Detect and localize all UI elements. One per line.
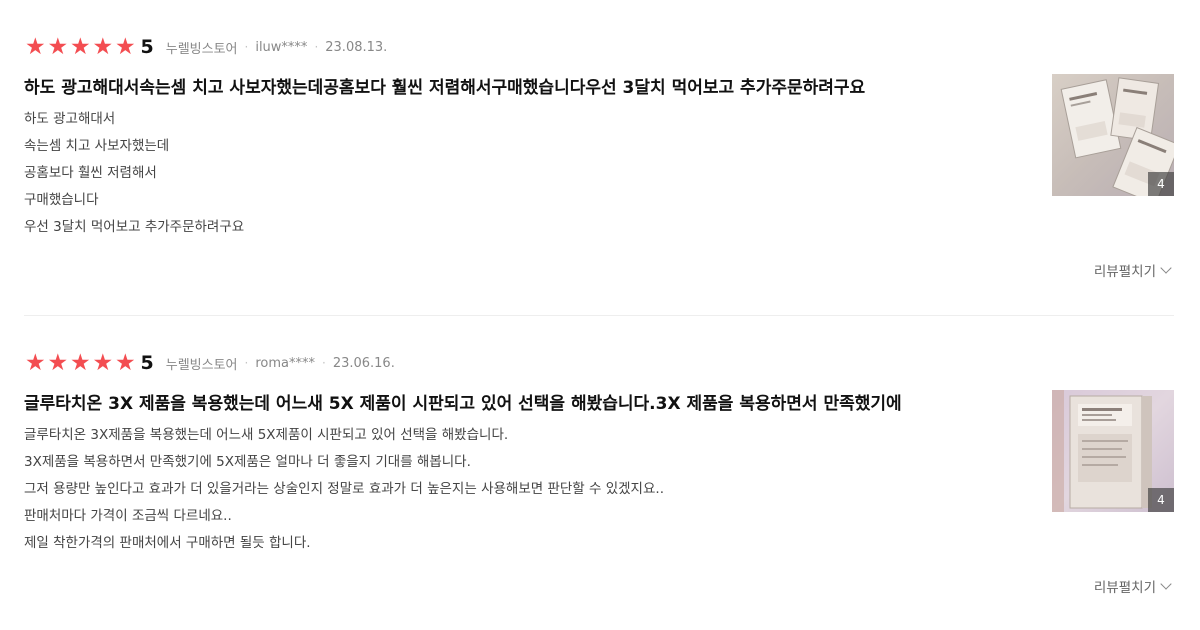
review-date: 23.08.13. <box>325 39 388 55</box>
star-rating: ★ ★ ★ ★ ★ <box>24 349 137 376</box>
meta-separator: · <box>314 40 319 54</box>
review-date: 23.06.16. <box>332 355 395 371</box>
star-icon: ★ <box>24 349 46 376</box>
review-item: ★ ★ ★ ★ ★ 5 누렐빙스토어 · iluw**** · 23.08.13… <box>24 34 1174 280</box>
star-rating: ★ ★ ★ ★ ★ <box>24 33 137 60</box>
review-body: 글루타치온 3X제품을 복용했는데 어느새 5X제품이 시판되고 있어 선택을 … <box>24 422 1024 557</box>
store-name: 누렐빙스토어 <box>165 41 238 57</box>
review-line: 구매했습니다 <box>24 192 99 208</box>
star-icon: ★ <box>114 349 136 376</box>
star-icon: ★ <box>24 33 46 60</box>
star-icon: ★ <box>69 349 91 376</box>
review-line: 하도 광고해대서 <box>24 111 116 127</box>
review-line: 그저 용량만 높인다고 효과가 더 있을거라는 상술인지 정말로 효과가 더 높… <box>24 481 664 497</box>
star-icon: ★ <box>92 349 114 376</box>
review-title[interactable]: 하도 광고해대서속는셈 치고 사보자했는데공홈보다 훨씬 저렴해서구매했습니다우… <box>24 76 1029 100</box>
review-meta: ★ ★ ★ ★ ★ 5 누렐빙스토어 · roma**** · 23.06.16… <box>24 350 1174 376</box>
reviewer-id: roma**** <box>255 355 315 371</box>
review-line: 판매처마다 가격이 조금씩 다르네요.. <box>24 508 232 524</box>
photo-count-badge: 4 <box>1148 488 1174 512</box>
star-icon: ★ <box>47 349 69 376</box>
rating-score: 5 <box>140 36 154 58</box>
reviewer-id: iluw**** <box>255 39 308 55</box>
review-photo-thumbnail[interactable]: 4 <box>1052 390 1174 512</box>
review-line: 3X제품을 복용하면서 만족했기에 5X제품은 얼마나 더 좋을지 기대를 해봅… <box>24 454 471 470</box>
star-icon: ★ <box>114 33 136 60</box>
review-meta: ★ ★ ★ ★ ★ 5 누렐빙스토어 · iluw**** · 23.08.13… <box>24 34 1174 60</box>
photo-count-badge: 4 <box>1148 172 1174 196</box>
review-line: 속는셈 치고 사보자했는데 <box>24 138 170 154</box>
review-line: 공홈보다 훨씬 저렴해서 <box>24 165 157 181</box>
review-line: 제일 착한가격의 판매처에서 구매하면 될듯 합니다. <box>24 535 311 551</box>
meta-separator: · <box>321 356 326 370</box>
review-divider <box>24 315 1174 316</box>
chevron-down-icon <box>1160 262 1172 274</box>
expand-review-button[interactable]: 리뷰펼치기 <box>1093 576 1172 596</box>
review-item: ★ ★ ★ ★ ★ 5 누렐빙스토어 · roma**** · 23.06.16… <box>24 350 1174 596</box>
expand-review-label: 리뷰펼치기 <box>1093 264 1156 280</box>
expand-review-button[interactable]: 리뷰펼치기 <box>1093 260 1172 280</box>
review-body: 하도 광고해대서 속는셈 치고 사보자했는데 공홈보다 훨씬 저렴해서 구매했습… <box>24 106 1024 241</box>
review-line: 우선 3달치 먹어보고 추가주문하려구요 <box>24 219 245 235</box>
star-icon: ★ <box>47 33 69 60</box>
star-icon: ★ <box>69 33 91 60</box>
chevron-down-icon <box>1160 578 1172 590</box>
review-line: 글루타치온 3X제품을 복용했는데 어느새 5X제품이 시판되고 있어 선택을 … <box>24 427 509 443</box>
expand-review-label: 리뷰펼치기 <box>1093 580 1156 596</box>
store-name: 누렐빙스토어 <box>165 357 238 373</box>
star-icon: ★ <box>92 33 114 60</box>
review-photo-thumbnail[interactable]: 4 <box>1052 74 1174 196</box>
meta-separator: · <box>244 356 249 370</box>
meta-separator: · <box>244 40 249 54</box>
review-title[interactable]: 글루타치온 3X 제품을 복용했는데 어느새 5X 제품이 시판되고 있어 선택… <box>24 392 1029 416</box>
rating-score: 5 <box>140 352 154 374</box>
